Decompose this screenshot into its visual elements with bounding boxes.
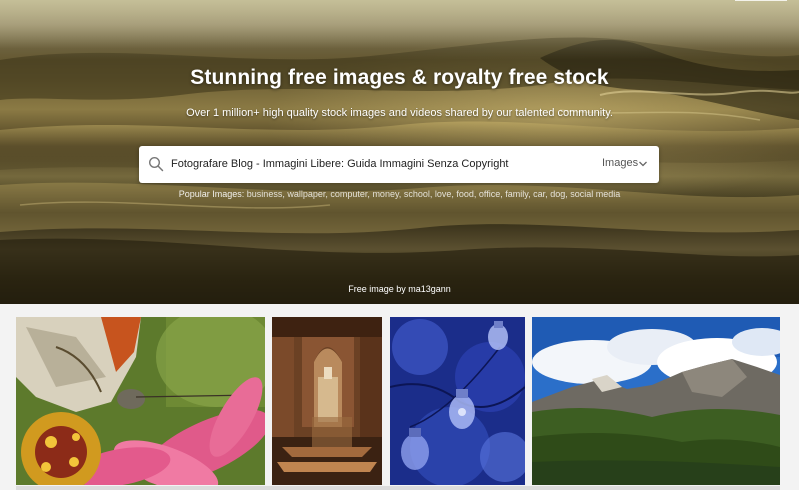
popular-images-label: Popular Images: [178,189,245,199]
gallery-photo-bulbs[interactable] [390,317,525,485]
popular-tag-money[interactable]: money [372,189,398,199]
search-bar[interactable]: Images [139,146,659,183]
hero-sky-haze [0,0,799,60]
next-row-preview [16,486,780,490]
popular-tag-school[interactable]: school [404,189,430,199]
popular-tag-food[interactable]: food [456,189,474,199]
popular-tag-family[interactable]: family [505,189,528,199]
image-gallery [0,304,799,490]
top-nav-underline [735,0,787,1]
popular-tag-dog[interactable]: dog [550,189,565,199]
gallery-photo-mountains[interactable] [532,317,780,485]
search-type-dropdown[interactable]: Images [602,157,638,169]
popular-tag-car[interactable]: car [533,189,545,199]
hero-banner: Stunning free images & royalty free stoc… [0,0,799,304]
popular-tag-love[interactable]: love [435,189,452,199]
mountains-image [532,317,780,485]
popular-tag-office[interactable]: office [479,189,500,199]
popular-images-row: Popular Images: business, wallpaper, com… [178,189,621,199]
popular-tag-computer[interactable]: computer [330,189,367,199]
search-input[interactable] [171,154,591,174]
light-bulbs-image [390,317,525,485]
arches-image [272,317,382,485]
popular-tag-business[interactable]: business [247,189,283,199]
image-credit[interactable]: Free image by ma13gann [0,284,799,294]
popular-tag-wallpaper[interactable]: wallpaper [287,189,325,199]
gallery-photo-arches[interactable] [272,317,382,485]
search-icon[interactable] [148,156,164,172]
chevron-down-icon[interactable] [638,159,648,169]
hero-title: Stunning free images & royalty free stoc… [190,66,609,89]
butterfly-image [16,317,265,485]
hero-subtitle: Over 1 million+ high quality stock image… [186,107,613,119]
popular-tag-social-media[interactable]: social media [570,189,620,199]
gallery-photo-butterfly[interactable] [16,317,265,485]
